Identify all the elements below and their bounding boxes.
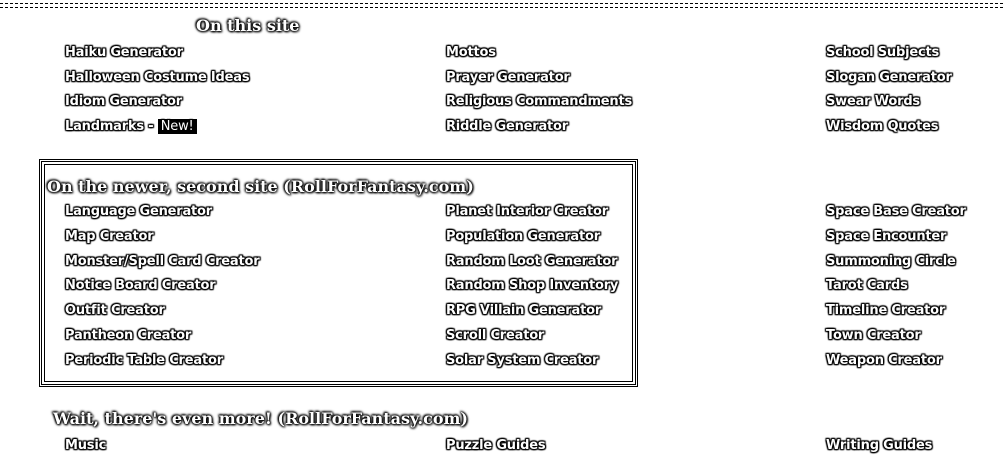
new-badge: New! (157, 119, 197, 134)
link-town-creator[interactable]: Town Creator (826, 328, 921, 343)
link-halloween-costume-ideas[interactable]: Halloween Costume Ideas (65, 70, 250, 85)
link-population-generator[interactable]: Population Generator (446, 229, 600, 244)
link-notice-board-creator[interactable]: Notice Board Creator (65, 278, 216, 293)
top-divider (0, 3, 1003, 8)
link-wisdom-quotes[interactable]: Wisdom Quotes (826, 119, 938, 134)
link-pantheon-creator[interactable]: Pantheon Creator (65, 328, 191, 343)
link-mottos[interactable]: Mottos (446, 45, 496, 60)
link-outfit-creator[interactable]: Outfit Creator (65, 303, 165, 318)
link-prayer-generator[interactable]: Prayer Generator (446, 70, 570, 85)
link-weapon-creator[interactable]: Weapon Creator (826, 353, 942, 368)
link-religious-commandments[interactable]: Religious Commandments (446, 94, 632, 109)
link-planet-interior-creator[interactable]: Planet Interior Creator (446, 204, 608, 219)
link-slogan-generator[interactable]: Slogan Generator (826, 70, 952, 85)
link-rpg-villain-generator[interactable]: RPG Villain Generator (446, 303, 601, 318)
link-space-base-creator[interactable]: Space Base Creator (826, 204, 966, 219)
link-summoning-circle[interactable]: Summoning Circle (826, 254, 956, 269)
link-random-shop-inventory[interactable]: Random Shop Inventory (446, 278, 618, 293)
link-timeline-creator[interactable]: Timeline Creator (826, 303, 945, 318)
link-monster-spell-card-creator[interactable]: Monster/Spell Card Creator (65, 254, 260, 269)
link-idiom-generator[interactable]: Idiom Generator (65, 94, 182, 109)
link-language-generator[interactable]: Language Generator (65, 204, 212, 219)
link-random-loot-generator[interactable]: Random Loot Generator (446, 254, 618, 269)
link-tarot-cards[interactable]: Tarot Cards (826, 278, 908, 293)
link-puzzle-guides[interactable]: Puzzle Guides (446, 438, 546, 453)
section-heading-on-this-site: On this site (196, 16, 300, 35)
link-music[interactable]: Music (65, 438, 106, 453)
link-scroll-creator[interactable]: Scroll Creator (446, 328, 544, 343)
link-space-encounter[interactable]: Space Encounter (826, 229, 946, 244)
link-school-subjects[interactable]: School Subjects (826, 45, 939, 60)
link-map-creator[interactable]: Map Creator (65, 229, 154, 244)
link-writing-guides[interactable]: Writing Guides (826, 438, 932, 453)
section-heading-even-more: Wait, there's even more! (RollForFantasy… (53, 409, 468, 428)
link-periodic-table-creator[interactable]: Periodic Table Creator (65, 353, 223, 368)
landmarks-row: Landmarks - New! (65, 119, 197, 134)
link-riddle-generator[interactable]: Riddle Generator (446, 119, 568, 134)
link-solar-system-creator[interactable]: Solar System Creator (446, 353, 598, 368)
link-haiku-generator[interactable]: Haiku Generator (65, 45, 183, 60)
link-landmarks[interactable]: Landmarks - (65, 119, 158, 134)
section-heading-second-site: On the newer, second site (RollForFantas… (47, 177, 474, 196)
link-swear-words[interactable]: Swear Words (826, 94, 920, 109)
